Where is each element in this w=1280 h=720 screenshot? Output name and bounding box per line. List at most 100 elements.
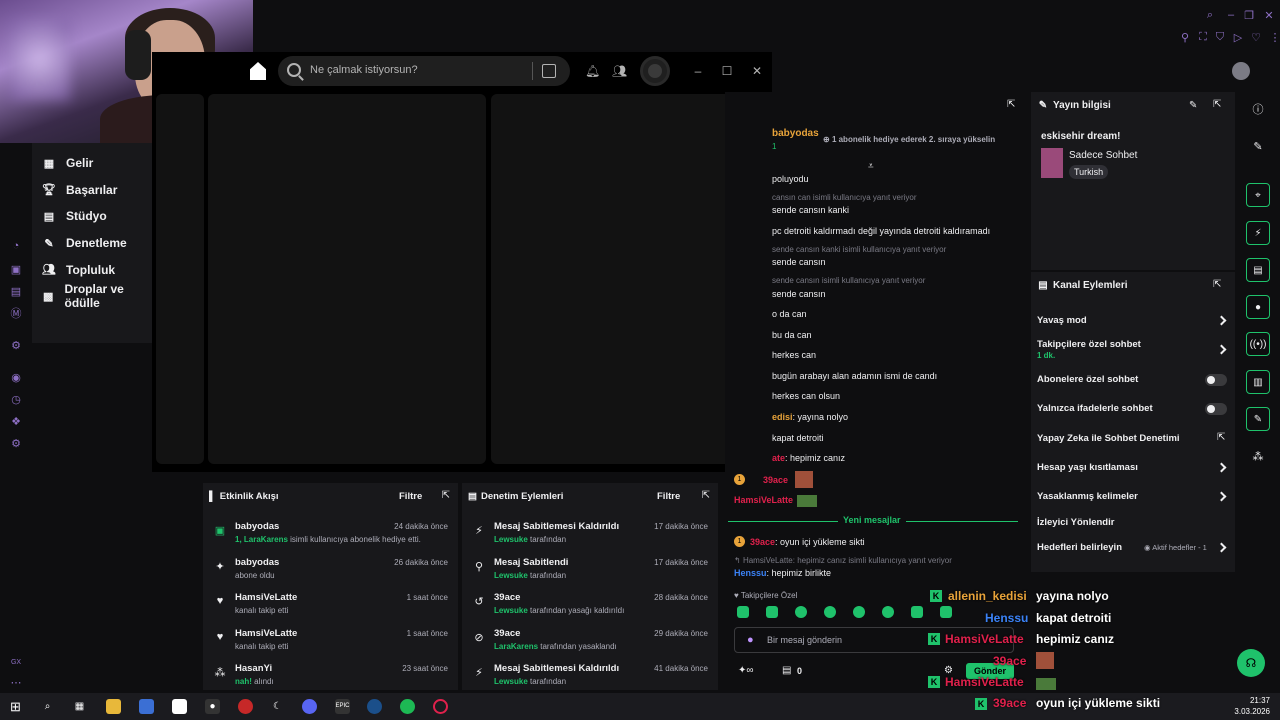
set-goals-item[interactable]: Hedefleri belirleyin <box>1037 542 1122 553</box>
shield-icon[interactable]: ⛉ <box>1213 31 1227 44</box>
popout-icon[interactable]: ⇱ <box>1213 279 1221 290</box>
bell-icon[interactable]: 🔔︎ <box>585 64 600 78</box>
popout-icon[interactable]: ⇱ <box>1213 99 1221 110</box>
moderator-name[interactable]: Lewsuke <box>494 535 528 544</box>
chat-username[interactable]: Henssu <box>734 568 767 578</box>
emote-icon[interactable] <box>853 606 865 618</box>
bag-icon[interactable]: ▣ <box>9 263 23 277</box>
history-icon[interactable]: ◷ <box>9 393 23 407</box>
file-explorer-icon[interactable] <box>106 699 121 714</box>
app-icon[interactable]: ☾ <box>270 699 285 714</box>
nav-item-studio[interactable]: ▤ Stüdyo <box>32 203 152 230</box>
chevron-right-icon[interactable] <box>1216 491 1227 502</box>
emote-icon[interactable] <box>940 606 952 618</box>
subs-chat-toggle[interactable] <box>1205 374 1227 386</box>
task-view-icon[interactable]: ▦ <box>72 699 87 714</box>
player-icon[interactable]: ◉ <box>9 371 23 385</box>
broadcast-icon[interactable]: ((•)) <box>1246 332 1270 356</box>
obs-icon[interactable]: ● <box>205 699 220 714</box>
minimize-icon[interactable]: – <box>1224 9 1238 21</box>
chat-username[interactable]: 39ace <box>763 475 788 485</box>
gift-icon[interactable]: ▤ <box>782 665 791 676</box>
extensions-icon[interactable]: ❖ <box>9 415 23 429</box>
moderator-name[interactable]: Lewsuke <box>494 606 528 615</box>
edit-icon[interactable]: ✎ <box>1246 134 1270 158</box>
emote-icon[interactable] <box>795 606 807 618</box>
tag-badge[interactable]: Turkish <box>1069 165 1109 179</box>
chevron-right-icon[interactable] <box>1216 462 1227 473</box>
wrench-icon[interactable]: ✎ <box>1246 407 1270 431</box>
info-icon[interactable]: ⓘ <box>1246 97 1270 121</box>
close-icon[interactable]: ✕ <box>1262 9 1276 22</box>
chat-username[interactable]: ate <box>772 453 785 463</box>
notepad-icon[interactable] <box>172 699 187 714</box>
layout-icon[interactable]: ▥ <box>1246 370 1270 394</box>
capture-icon[interactable]: ⛶ <box>1196 31 1210 44</box>
support-icon[interactable]: ☊ <box>1237 649 1265 677</box>
activity-filter-button[interactable]: Filtre <box>399 491 422 502</box>
windows-start-icon[interactable]: ⊞ <box>8 699 23 714</box>
chevron-right-icon[interactable] <box>1216 315 1227 326</box>
microphone-icon[interactable]: ● <box>747 634 754 646</box>
emote-icon[interactable] <box>824 606 836 618</box>
nav-item-achievements[interactable]: 🏆︎ Başarılar <box>32 177 152 204</box>
pin-icon[interactable]: ⚲ <box>1178 31 1192 44</box>
new-messages-label[interactable]: Yeni mesajlar <box>838 515 906 525</box>
event-user[interactable]: babyodas <box>235 521 279 532</box>
activity-icon[interactable]: ◔ <box>9 239 23 253</box>
steam-icon[interactable] <box>367 699 382 714</box>
moderator-name[interactable]: LaraKarens <box>494 642 538 651</box>
spotify-icon[interactable] <box>400 699 415 714</box>
browse-icon[interactable] <box>542 64 556 78</box>
emote-icon[interactable] <box>737 606 749 618</box>
emote-chat-toggle[interactable] <box>1205 403 1227 415</box>
nav-item-community[interactable]: 👥︎ Topluluk <box>32 256 152 283</box>
group-icon[interactable]: ⁂ <box>1246 444 1270 468</box>
nav-item-revenue[interactable]: ▦ Gelir <box>32 150 152 177</box>
moderator-name[interactable]: Lewsuke <box>494 677 528 686</box>
minimize-icon[interactable]: – <box>691 64 705 78</box>
slow-mode-item[interactable]: Yavaş mod <box>1037 315 1087 326</box>
play-icon[interactable]: ▷ <box>1231 31 1245 44</box>
chat-username[interactable]: 39ace <box>750 537 775 547</box>
search-icon[interactable]: ⌕ <box>1203 9 1217 22</box>
profile-avatar[interactable] <box>1232 62 1250 80</box>
maximize-icon[interactable]: ☐ <box>720 64 734 78</box>
chat-icon[interactable]: ● <box>1246 295 1270 319</box>
category-name[interactable]: Sadece Sohbet <box>1069 150 1137 161</box>
edit-icon[interactable]: ✎ <box>1189 100 1197 111</box>
redirect-viewers-item[interactable]: İzleyici Yönlendir <box>1037 517 1114 528</box>
chat-username[interactable]: HamsiVeLatte <box>734 495 793 505</box>
emote-icon[interactable] <box>882 606 894 618</box>
nav-item-moderation[interactable]: ✎ Denetleme <box>32 230 152 257</box>
messenger-icon[interactable]: Ⓜ <box>9 307 23 321</box>
moderator-name[interactable]: Lewsuke <box>494 571 528 580</box>
avatar[interactable] <box>640 56 670 86</box>
more-icon[interactable]: ⋮ <box>1268 31 1280 44</box>
emote-icon[interactable] <box>911 606 923 618</box>
nav-item-drops[interactable]: ▩ Droplar ve ödülle <box>32 282 152 310</box>
opera-gx-icon[interactable] <box>238 699 253 714</box>
banned-words-item[interactable]: Yasaklanmış kelimeler <box>1037 491 1138 502</box>
search-input[interactable]: Ne çalmak istiyorsun? <box>278 56 570 86</box>
event-user[interactable]: HamsiVeLatte <box>235 628 297 639</box>
discord-icon[interactable] <box>302 699 317 714</box>
chevron-right-icon[interactable] <box>1216 542 1227 553</box>
notes-icon[interactable]: ▤ <box>1246 258 1270 282</box>
more-icon[interactable]: ⋯ <box>9 676 23 690</box>
clock-time[interactable]: 21:37 <box>1236 696 1270 705</box>
followers-chat-item[interactable]: Takipçilere özel sohbet <box>1037 339 1141 350</box>
bolt-icon[interactable]: ⚡︎ <box>1246 221 1270 245</box>
opera-icon[interactable] <box>433 699 448 714</box>
settings-icon[interactable]: ⚙ <box>9 339 23 353</box>
popout-icon[interactable]: ⇱ <box>1007 99 1015 110</box>
mod-filter-button[interactable]: Filtre <box>657 491 680 502</box>
event-user[interactable]: babyodas <box>235 557 279 568</box>
chat-username[interactable]: edisi <box>772 412 793 422</box>
heart-icon[interactable]: ♡ <box>1249 31 1263 44</box>
mod-target[interactable]: 39ace <box>494 628 520 639</box>
external-link-icon[interactable]: ⇱ <box>1217 432 1225 443</box>
event-user[interactable]: HamsiVeLatte <box>235 592 297 603</box>
clip-icon[interactable]: ⌖ <box>1246 183 1270 207</box>
clock-date[interactable]: 3.03.2026 <box>1222 707 1270 716</box>
